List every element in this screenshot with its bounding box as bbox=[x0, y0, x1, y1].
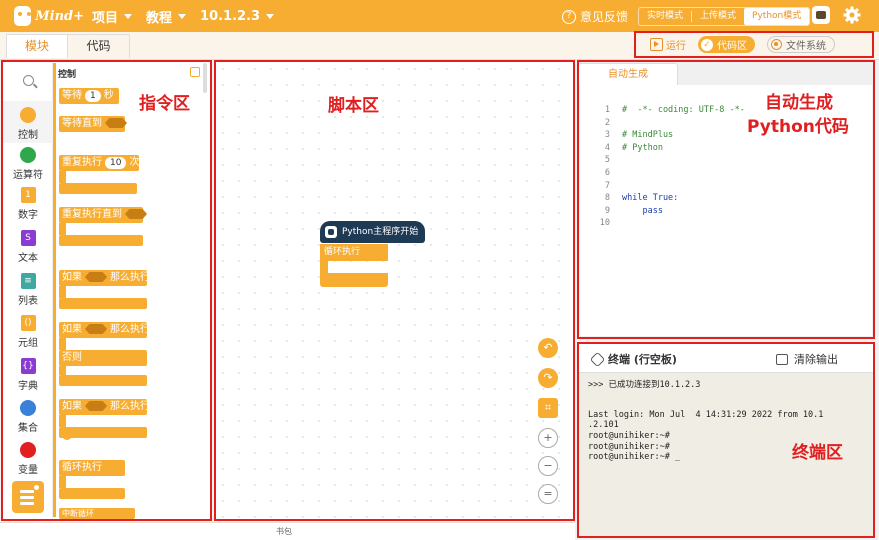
run-button[interactable]: 运行 bbox=[650, 36, 686, 53]
file-system-button[interactable]: 文件系统 bbox=[767, 36, 835, 53]
run-label: 运行 bbox=[666, 41, 686, 52]
gear-icon[interactable] bbox=[843, 6, 861, 24]
backpack-label[interactable]: 书包 bbox=[276, 526, 292, 537]
annotation-terminal-label: 终端区 bbox=[792, 443, 843, 463]
feedback-button[interactable]: ? 意见反馈 bbox=[562, 8, 628, 25]
mode-switch: 实时模式 上传模式 Python模式 bbox=[638, 7, 811, 26]
disc-icon bbox=[771, 39, 782, 50]
menu-device-label: 10.1.2.3 bbox=[200, 8, 261, 24]
tab-code[interactable]: 代码 bbox=[68, 34, 130, 58]
code-area-button[interactable]: ✓ 代码区 bbox=[698, 36, 755, 53]
file-system-label: 文件系统 bbox=[786, 41, 826, 52]
mindplus-window: Mind+ 项目 教程 10.1.2.3 ? 意见反馈 实时模式 上传模式 Py… bbox=[0, 0, 879, 540]
chevron-down-icon bbox=[178, 13, 187, 19]
logo-text: Mind+ bbox=[35, 8, 84, 24]
editor-tabs: 模块 代码 bbox=[6, 34, 130, 58]
top-bar: Mind+ 项目 教程 10.1.2.3 ? 意见反馈 实时模式 上传模式 Py… bbox=[0, 0, 879, 32]
annotation-script-label: 脚本区 bbox=[328, 96, 379, 116]
mode-python[interactable]: Python模式 bbox=[744, 8, 810, 25]
logo-robot-icon bbox=[14, 6, 32, 26]
chevron-down-icon bbox=[124, 13, 133, 19]
board-icon[interactable] bbox=[812, 6, 830, 24]
annotation-box-palette bbox=[1, 60, 212, 521]
annotation-code-label-1: 自动生成 bbox=[765, 93, 833, 113]
annotation-box-script bbox=[214, 60, 575, 521]
chevron-down-icon bbox=[266, 13, 275, 19]
code-toolbar: 运行 ✓ 代码区 文件系统 bbox=[634, 31, 874, 58]
main-menu: 项目 教程 10.1.2.3 bbox=[92, 7, 288, 26]
play-icon bbox=[650, 38, 663, 51]
status-bar: 书包 bbox=[0, 522, 575, 540]
mode-upload[interactable]: 上传模式 bbox=[692, 8, 744, 25]
app-logo[interactable]: Mind+ bbox=[14, 6, 84, 26]
menu-tutorial[interactable]: 教程 bbox=[146, 7, 187, 26]
menu-project[interactable]: 项目 bbox=[92, 7, 133, 26]
menu-tutorial-label: 教程 bbox=[146, 10, 173, 26]
check-icon: ✓ bbox=[701, 38, 713, 51]
tab-blocks[interactable]: 模块 bbox=[6, 34, 68, 58]
annotation-palette-label: 指令区 bbox=[139, 94, 190, 114]
menu-device[interactable]: 10.1.2.3 bbox=[200, 8, 275, 24]
menu-project-label: 项目 bbox=[92, 10, 119, 26]
code-area-label: 代码区 bbox=[717, 41, 747, 52]
question-icon: ? bbox=[562, 9, 576, 24]
annotation-code-label-2: Python代码 bbox=[747, 117, 849, 137]
feedback-label: 意见反馈 bbox=[580, 10, 629, 24]
mode-realtime[interactable]: 实时模式 bbox=[639, 8, 691, 25]
